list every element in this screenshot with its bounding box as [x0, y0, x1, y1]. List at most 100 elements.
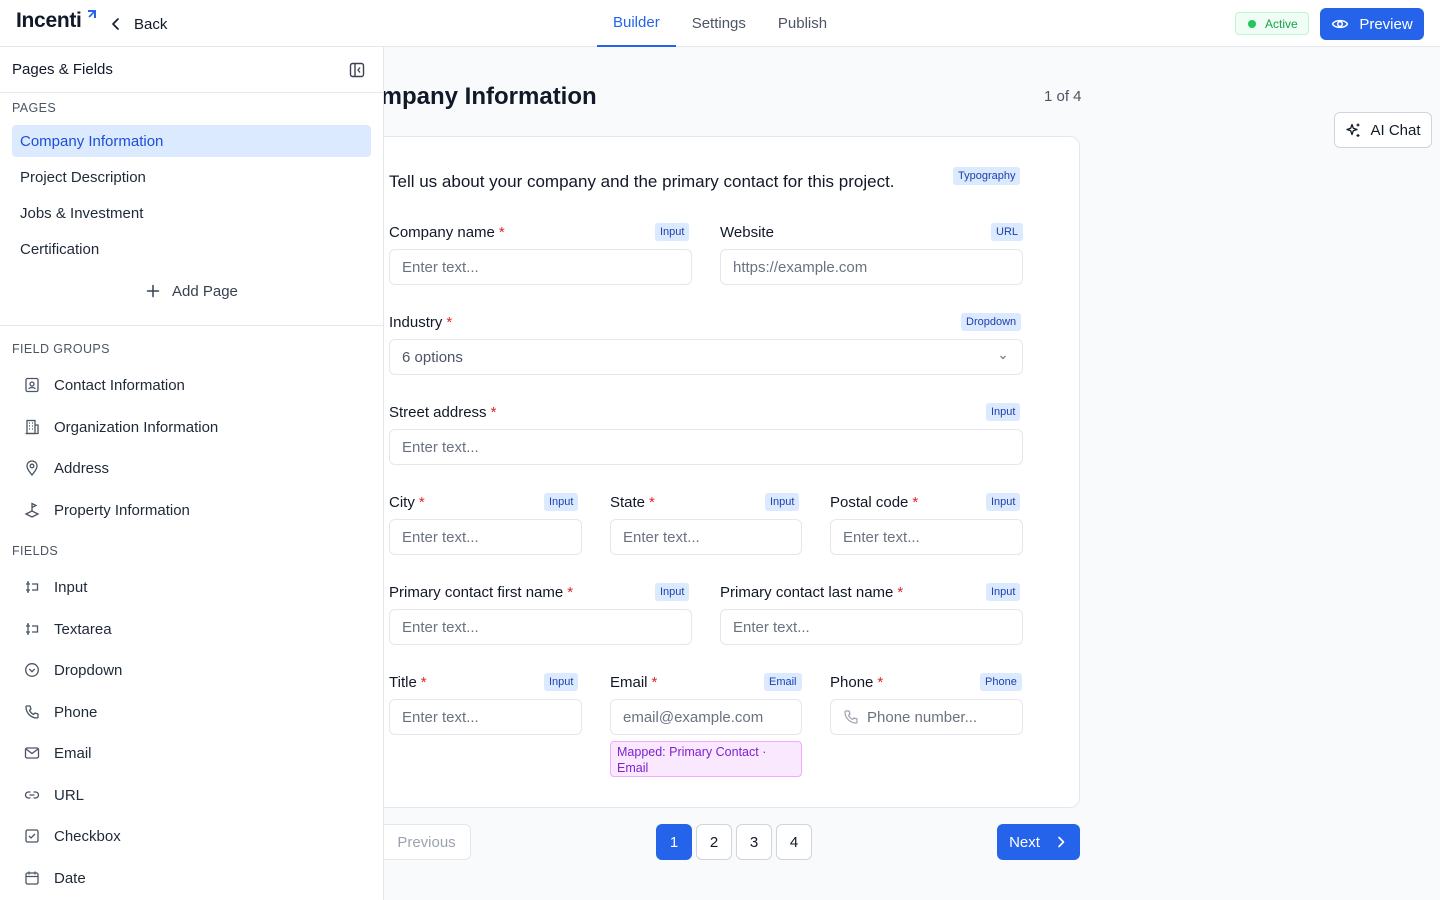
- calendar-icon: [25, 871, 39, 885]
- state-input[interactable]: Enter text...: [610, 519, 802, 555]
- field-group-property-information[interactable]: Property Information: [24, 496, 190, 524]
- next-button[interactable]: Next: [997, 824, 1080, 860]
- phone-label: Phone *: [830, 674, 884, 691]
- land-plot-icon: [24, 502, 40, 518]
- title-label: Title *: [389, 674, 427, 691]
- website-input[interactable]: https://example.com: [720, 249, 1023, 285]
- page-button-1[interactable]: 1: [656, 824, 692, 860]
- tab-builder[interactable]: Builder: [597, 0, 676, 47]
- field-type-label: Checkbox: [54, 827, 121, 845]
- mail-icon: [24, 747, 40, 759]
- field-type-tag: Dropdown: [961, 313, 1022, 331]
- sparkles-icon: [1346, 123, 1360, 137]
- previous-button[interactable]: Previous: [384, 824, 471, 860]
- last-name-label: Primary contact last name *: [720, 584, 904, 601]
- field-group-contact-information[interactable]: Contact Information: [24, 371, 185, 399]
- page-item-project-description[interactable]: Project Description: [12, 161, 371, 193]
- page-button-3[interactable]: 3: [736, 824, 772, 860]
- status-dot: [1248, 19, 1256, 28]
- company-name-label: Company name *: [389, 224, 505, 241]
- field-type-label: Dropdown: [54, 661, 123, 679]
- text-cursor-input-icon: [26, 623, 39, 635]
- field-type-tag: Input: [655, 583, 690, 601]
- field-type-email[interactable]: Email: [24, 739, 92, 767]
- page-item-certification[interactable]: Certification: [12, 233, 371, 265]
- industry-select[interactable]: 6 options: [389, 339, 1023, 375]
- first-name-input[interactable]: Enter text...: [389, 609, 692, 645]
- back-button[interactable]: Back: [108, 12, 167, 36]
- page-item-jobs-investment[interactable]: Jobs & Investment: [12, 197, 371, 229]
- company-name-input[interactable]: Enter text...: [389, 249, 692, 285]
- last-name-input[interactable]: Enter text...: [720, 609, 1023, 645]
- field-type-textarea[interactable]: Textarea: [24, 615, 112, 643]
- collapse-sidebar-icon[interactable]: [349, 62, 365, 78]
- sidebar-divider: [0, 325, 383, 326]
- status-badge: Active: [1235, 12, 1309, 35]
- required-mark: *: [649, 494, 655, 511]
- postal-code-input[interactable]: Enter text...: [830, 519, 1023, 555]
- tab-settings[interactable]: Settings: [676, 0, 762, 47]
- add-page-button[interactable]: Add Page: [146, 279, 238, 303]
- website-label: Website: [720, 224, 774, 241]
- preview-button[interactable]: Preview: [1320, 8, 1424, 40]
- field-groups-heading: FIELD GROUPS: [12, 342, 110, 356]
- industry-value: 6 options: [402, 348, 463, 366]
- app-logo: Incenti: [16, 9, 82, 32]
- page-counter: 1 of 4: [1044, 88, 1082, 105]
- field-type-tag: Input: [544, 493, 579, 511]
- field-type-tag: Phone: [980, 673, 1022, 691]
- building-icon: [25, 419, 39, 435]
- field-type-label: Input: [54, 578, 88, 596]
- city-input[interactable]: Enter text...: [389, 519, 582, 555]
- page-button-4[interactable]: 4: [776, 824, 812, 860]
- field-type-label: Textarea: [54, 620, 112, 638]
- required-mark: *: [877, 674, 884, 691]
- title-input[interactable]: Enter text...: [389, 699, 582, 735]
- page-item-company-information[interactable]: Company Information: [12, 125, 371, 157]
- page-title: ompany Information: [384, 83, 597, 110]
- map-pin-icon: [26, 460, 38, 476]
- field-type-checkbox[interactable]: Checkbox: [24, 822, 121, 850]
- field-group-address[interactable]: Address: [24, 454, 109, 482]
- top-bar: Incenti Back Builder Settings Publish Ac…: [0, 0, 1440, 47]
- field-type-tag: Input: [986, 493, 1021, 511]
- phone-input[interactable]: Phone number...: [830, 699, 1023, 735]
- page-button-2[interactable]: 2: [696, 824, 732, 860]
- phone-placeholder: Phone number...: [867, 708, 978, 726]
- street-address-label: Street address *: [389, 404, 497, 421]
- add-page-label: Add Page: [172, 282, 238, 300]
- field-group-label: Address: [54, 459, 110, 477]
- ai-chat-button[interactable]: AI Chat: [1334, 112, 1432, 148]
- state-label: State *: [610, 494, 655, 511]
- field-type-input[interactable]: Input: [24, 573, 87, 601]
- tab-publish[interactable]: Publish: [762, 0, 843, 47]
- field-type-tag: Typography: [953, 167, 1021, 185]
- chevron-circle-icon: [25, 663, 39, 677]
- link-icon: [24, 791, 40, 799]
- status-label: Active: [1265, 16, 1298, 31]
- required-mark: *: [897, 584, 904, 601]
- field-type-date[interactable]: Date: [24, 864, 86, 892]
- field-type-phone[interactable]: Phone: [24, 698, 97, 726]
- city-label: City *: [389, 494, 425, 511]
- required-mark: *: [567, 584, 574, 601]
- industry-label: Industry *: [389, 314, 453, 331]
- field-type-tag: Input: [986, 583, 1021, 601]
- field-group-label: Organization Information: [54, 418, 219, 436]
- main-tabs: Builder Settings Publish: [597, 0, 843, 47]
- field-type-dropdown[interactable]: Dropdown: [24, 656, 122, 684]
- field-type-url[interactable]: URL: [24, 781, 84, 809]
- back-label: Back: [134, 15, 168, 33]
- field-group-label: Contact Information: [54, 376, 185, 394]
- mapping-badge: Mapped: Primary Contact · Email: [610, 741, 802, 777]
- plus-icon: [146, 284, 160, 298]
- email-input[interactable]: email@example.com: [610, 699, 802, 735]
- field-group-label: Property Information: [54, 501, 190, 519]
- street-address-input[interactable]: Enter text...: [389, 429, 1023, 465]
- required-mark: *: [420, 674, 427, 691]
- pages-heading: PAGES: [12, 101, 57, 115]
- intro-text[interactable]: Tell us about your company and the prima…: [389, 172, 895, 192]
- field-type-tag: Input: [986, 403, 1021, 421]
- field-type-tag: Input: [655, 223, 690, 241]
- field-group-organization-information[interactable]: Organization Information: [24, 413, 218, 441]
